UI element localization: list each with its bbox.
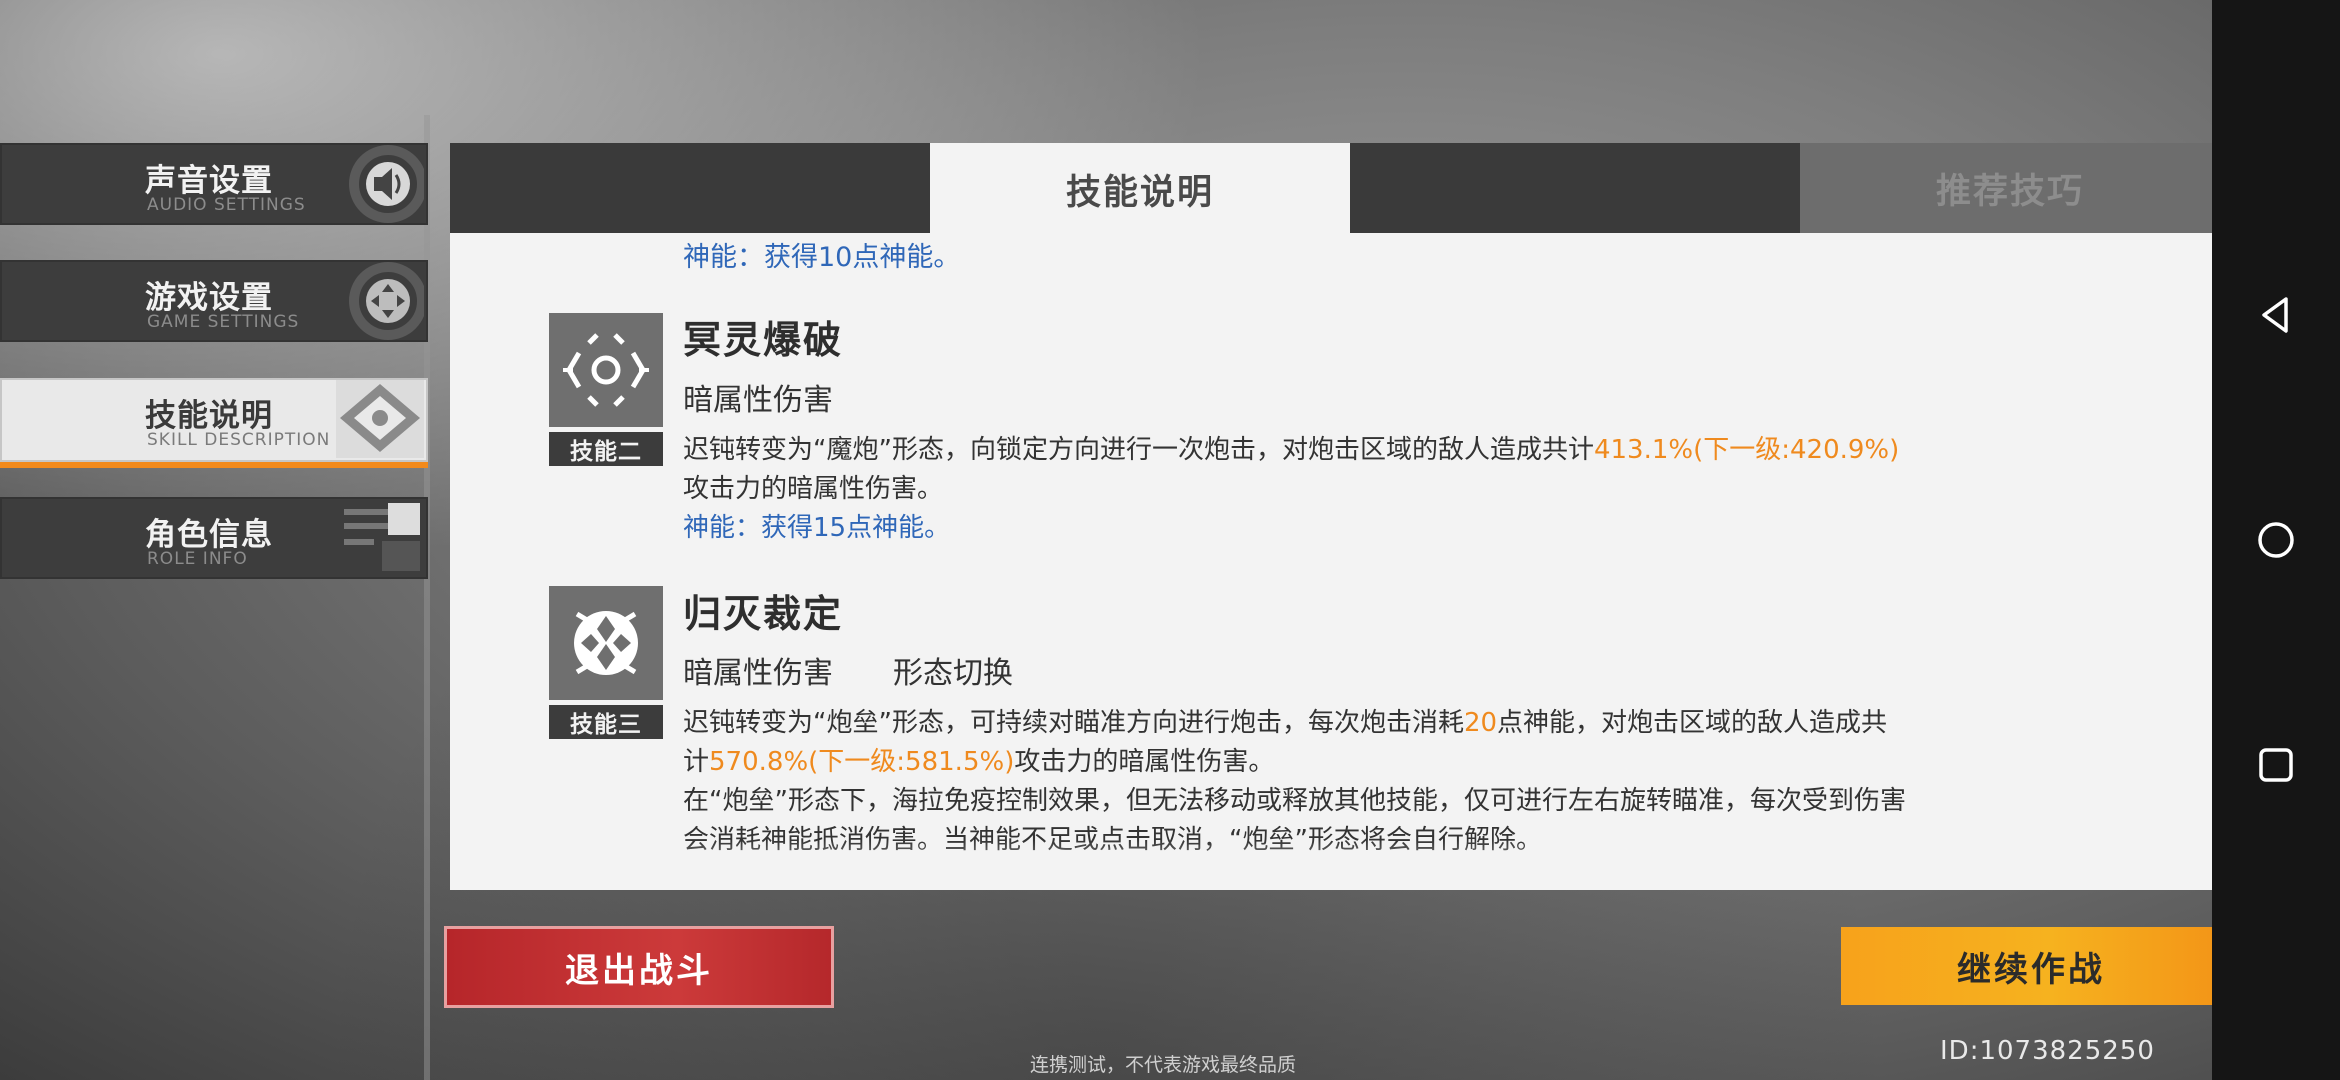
card-icon [344, 503, 420, 571]
system-nav-bar [2212, 0, 2340, 1080]
sidebar-item-skill-description[interactable]: 技能说明 SKILL DESCRIPTION [0, 378, 428, 468]
skill-2-types: 暗属性伤害 [683, 375, 893, 419]
desc-text: 迟钝转变为“炮垒”形态，可持续对瞄准方向进行炮击，每次炮击消耗 [683, 708, 1464, 738]
skill-description-panel[interactable]: 神能：获得10点神能。 技能二 冥灵爆破 暗属性伤害 迟钝转变为“魔炮”形态，向… [450, 233, 2222, 890]
tab-recommended-tips[interactable]: 推荐技巧 [1800, 143, 2220, 233]
sidebar-item-label: 声音设置 [145, 163, 273, 199]
sidebar-item-sublabel: AUDIO SETTINGS [147, 195, 306, 215]
skill-3-description: 迟钝转变为“炮垒”形态，可持续对瞄准方向进行炮击，每次炮击消耗20点神能，对炮击… [683, 704, 1913, 860]
user-id: ID:1073825250 [1940, 1036, 2155, 1066]
skill-3-tag: 技能三 [549, 705, 663, 739]
sidebar-item-game-settings[interactable]: 游戏设置 GAME SETTINGS [0, 260, 428, 342]
speaker-icon [349, 145, 424, 223]
recents-icon[interactable] [2246, 735, 2306, 795]
home-icon[interactable] [2246, 510, 2306, 570]
damage-value: 570.8%(下一级:581.5%) [709, 747, 1015, 777]
sidebar-item-sublabel: SKILL DESCRIPTION [147, 430, 331, 450]
tab-skill-description[interactable]: 技能说明 [930, 143, 1350, 235]
target-burst-icon [563, 333, 649, 407]
skill-2-description: 迟钝转变为“魔炮”形态，向锁定方向进行一次炮击，对炮击区域的敌人造成共计413.… [683, 431, 1913, 548]
skill-2-tag: 技能二 [549, 432, 663, 466]
desc-text: 攻击力的暗属性伤害。 [683, 474, 944, 504]
sidebar-item-label: 角色信息 [145, 517, 273, 553]
skill-type-label: 暗属性伤害 [683, 383, 833, 418]
sidebar-item-sublabel: ROLE INFO [147, 549, 248, 569]
back-icon[interactable] [2246, 285, 2306, 345]
skill-3-name: 归灭裁定 [683, 592, 844, 636]
previous-skill-energy: 神能：获得10点神能。 [683, 242, 961, 271]
desc-text: 攻击力的暗属性伤害。 [1014, 747, 1275, 777]
skill-3-types: 暗属性伤害 形态切换 [683, 648, 1073, 692]
crest-icon [574, 611, 638, 675]
sidebar-item-sublabel: GAME SETTINGS [147, 312, 300, 332]
desc-text: 迟钝转变为“魔炮”形态，向锁定方向进行一次炮击，对炮击区域的敌人造成共计 [683, 435, 1594, 465]
skill-3-icon [549, 586, 663, 700]
sidebar-item-role-info[interactable]: 角色信息 ROLE INFO [0, 497, 428, 579]
skill-2-icon [549, 313, 663, 427]
energy-cost-value: 20 [1463, 708, 1498, 738]
sidebar-item-audio-settings[interactable]: 声音设置 AUDIO SETTINGS [0, 143, 428, 225]
skill-type-label: 暗属性伤害 [683, 656, 833, 691]
skill-type-label: 形态切换 [893, 656, 1013, 691]
test-disclaimer: 连携测试，不代表游戏最终品质 [1030, 1054, 1297, 1076]
diamond-icon [336, 380, 424, 458]
skill-2-name: 冥灵爆破 [683, 318, 844, 362]
gamepad-icon [349, 262, 424, 340]
damage-value: 413.1%(下一级:420.9%) [1593, 435, 1900, 465]
energy-gain: 神能：获得15点神能。 [683, 513, 951, 543]
scroll-fade [450, 840, 2222, 890]
sidebar-item-label: 游戏设置 [145, 280, 273, 316]
sidebar-item-label: 技能说明 [145, 398, 273, 434]
continue-battle-button[interactable]: 继续作战 [1841, 927, 2221, 1005]
exit-battle-button[interactable]: 退出战斗 [444, 926, 834, 1008]
